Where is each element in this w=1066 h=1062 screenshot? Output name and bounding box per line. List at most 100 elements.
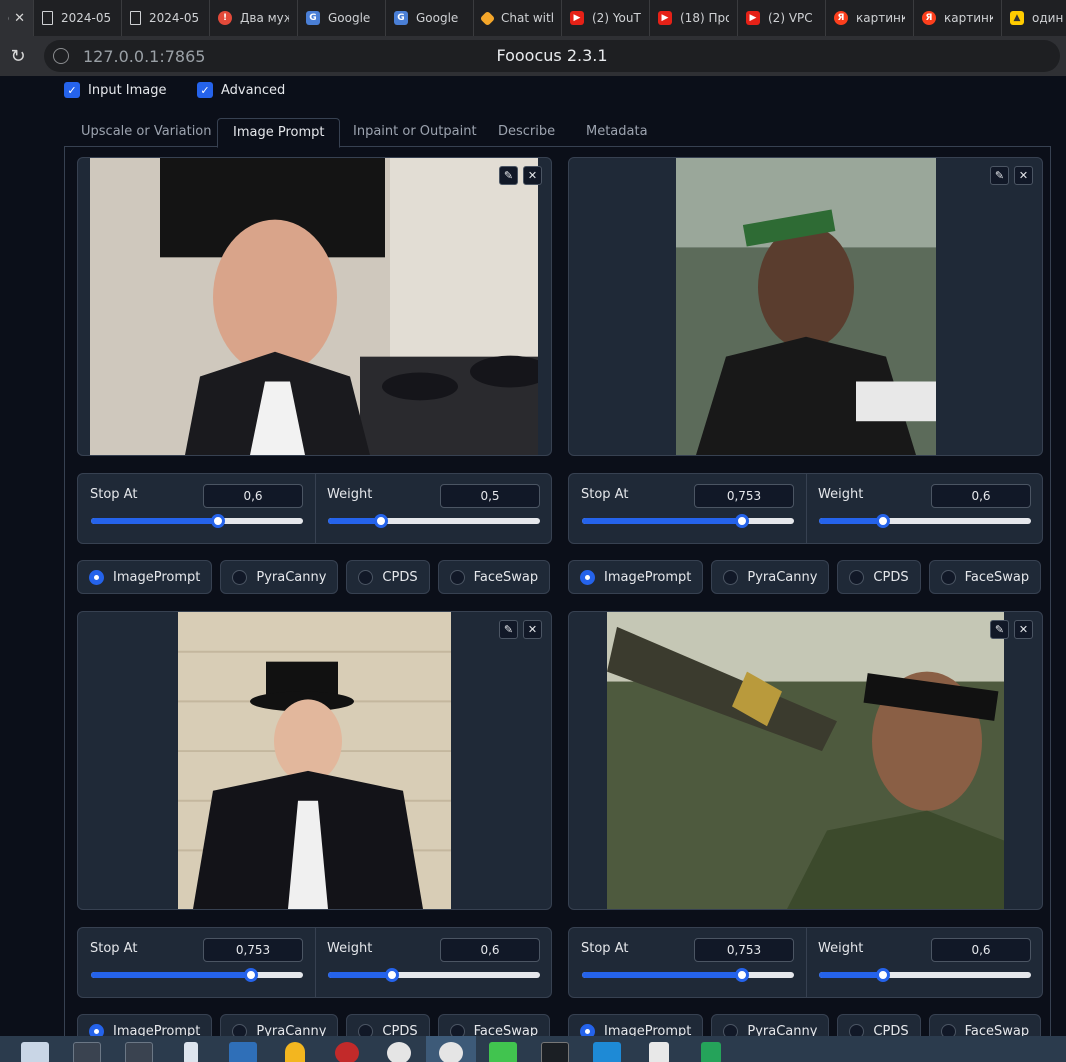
- vscode-icon[interactable]: [582, 1036, 632, 1062]
- browser-tab[interactable]: ▶ (18) Про: [650, 0, 738, 36]
- radio-dot[interactable]: [358, 569, 374, 585]
- browser-tab[interactable]: Якартинк: [914, 0, 1002, 36]
- spreadsheet-icon[interactable]: [686, 1036, 736, 1062]
- checkmark-icon[interactable]: ✓: [197, 82, 213, 98]
- browser-tab[interactable]: 2024-05: [122, 0, 210, 36]
- browser-tab[interactable]: o ✕: [0, 0, 34, 36]
- stop-at-input[interactable]: 0,6: [203, 484, 303, 508]
- image-prompt-image-4[interactable]: ✎ ✕: [568, 611, 1043, 910]
- stop-at-slider: Stop At 0,6: [78, 474, 315, 543]
- image-actions: ✎ ✕: [499, 166, 542, 185]
- browser-tab[interactable]: 2024-05: [34, 0, 122, 36]
- slider-track[interactable]: [328, 514, 540, 528]
- yandex-browser-icon[interactable]: [374, 1036, 424, 1062]
- edit-icon[interactable]: ✎: [499, 620, 518, 639]
- file-manager-icon[interactable]: [10, 1036, 60, 1062]
- radio-faceswap[interactable]: FaceSwap: [437, 560, 551, 594]
- close-icon[interactable]: ✕: [1014, 620, 1033, 639]
- edit-icon[interactable]: ✎: [499, 166, 518, 185]
- image-prompt-image-2[interactable]: ✎ ✕: [568, 157, 1043, 456]
- browser-tab[interactable]: ▶ (2) YouT: [562, 0, 650, 36]
- slider-track[interactable]: [819, 514, 1031, 528]
- close-icon[interactable]: ✕: [14, 11, 25, 26]
- weight-label: Weight: [327, 941, 373, 956]
- slider-thumb[interactable]: [243, 968, 258, 982]
- radio-pyracanny[interactable]: PyraCanny: [711, 560, 830, 594]
- terminal-icon[interactable]: [62, 1036, 112, 1062]
- font-icon[interactable]: [218, 1036, 268, 1062]
- slider-thumb[interactable]: [384, 968, 399, 982]
- weight-label: Weight: [818, 941, 864, 956]
- radio-dot[interactable]: [723, 569, 739, 585]
- tab-metadata[interactable]: Metadata: [586, 118, 648, 147]
- edit-icon[interactable]: ✎: [990, 620, 1009, 639]
- image-prompt-image-1[interactable]: ✎ ✕: [77, 157, 552, 456]
- terminal-icon[interactable]: [114, 1036, 164, 1062]
- tab-inpaint-or-outpaint[interactable]: Inpaint or Outpaint: [353, 118, 477, 147]
- weight-input[interactable]: 0,6: [931, 484, 1031, 508]
- slider-track[interactable]: [819, 968, 1031, 982]
- site-info-icon[interactable]: [53, 48, 69, 64]
- slider-track[interactable]: [328, 968, 540, 982]
- slider-thumb[interactable]: [211, 514, 226, 528]
- stop-at-input[interactable]: 0,753: [203, 938, 303, 962]
- browser-tab[interactable]: ▲один е: [1002, 0, 1066, 36]
- weight-input[interactable]: 0,5: [440, 484, 540, 508]
- system-monitor-icon[interactable]: [530, 1036, 580, 1062]
- edit-icon[interactable]: ✎: [990, 166, 1009, 185]
- slider-thumb[interactable]: [734, 514, 749, 528]
- radio-dot[interactable]: [580, 569, 595, 585]
- image-prompt-image-3[interactable]: ✎ ✕: [77, 611, 552, 910]
- radio-dot[interactable]: [849, 569, 865, 585]
- slider-thumb[interactable]: [875, 968, 890, 982]
- browser-tab[interactable]: Якартинк: [826, 0, 914, 36]
- tab-upscale-or-variation[interactable]: Upscale or Variation: [81, 118, 212, 147]
- radio-faceswap[interactable]: FaceSwap: [928, 560, 1042, 594]
- tab-describe[interactable]: Describe: [498, 118, 555, 147]
- stop-at-input[interactable]: 0,753: [694, 484, 794, 508]
- cherry-icon[interactable]: [322, 1036, 372, 1062]
- radio-cpds[interactable]: CPDS: [346, 560, 430, 594]
- weight-input[interactable]: 0,6: [931, 938, 1031, 962]
- bell-icon[interactable]: [270, 1036, 320, 1062]
- qt-icon[interactable]: [478, 1036, 528, 1062]
- browser-tab[interactable]: G Google: [386, 0, 474, 36]
- close-icon[interactable]: ✕: [523, 620, 542, 639]
- slider-thumb[interactable]: [374, 514, 388, 528]
- slider-thumb[interactable]: [875, 514, 890, 528]
- radio-pyracanny[interactable]: PyraCanny: [220, 560, 339, 594]
- radio-cpds[interactable]: CPDS: [837, 560, 921, 594]
- document-icon[interactable]: [634, 1036, 684, 1062]
- slider-thumb[interactable]: [734, 968, 749, 982]
- browser-tab[interactable]: !Два муж: [210, 0, 298, 36]
- slider-track[interactable]: [91, 514, 303, 528]
- weight-input[interactable]: 0,6: [440, 938, 540, 962]
- radio-dot[interactable]: [449, 569, 465, 585]
- advanced-checkbox[interactable]: ✓ Advanced: [197, 82, 285, 98]
- slider-track[interactable]: [91, 968, 303, 982]
- close-icon[interactable]: ✕: [1014, 166, 1033, 185]
- radio-imageprompt[interactable]: ImagePrompt: [568, 560, 704, 594]
- browser-tab[interactable]: G Google: [298, 0, 386, 36]
- slider-fill: [582, 972, 742, 978]
- slider-track[interactable]: [582, 968, 794, 982]
- tab-image-prompt[interactable]: Image Prompt: [217, 118, 341, 148]
- browser-tab[interactable]: ▶ (2) VPC: [738, 0, 826, 36]
- notes-icon[interactable]: [166, 1036, 216, 1062]
- image-actions: ✎ ✕: [499, 620, 542, 639]
- reload-icon[interactable]: ↻: [0, 36, 36, 76]
- radio-dot[interactable]: [940, 569, 956, 585]
- url-text[interactable]: 127.0.0.1:7865: [83, 47, 205, 66]
- yandex-browser-icon[interactable]: [426, 1036, 476, 1062]
- radio-imageprompt[interactable]: ImagePrompt: [77, 560, 213, 594]
- stop-at-input[interactable]: 0,753: [694, 938, 794, 962]
- radio-dot[interactable]: [232, 569, 248, 585]
- omnibox[interactable]: 127.0.0.1:7865 Fooocus 2.3.1: [44, 40, 1060, 72]
- input-image-checkbox[interactable]: ✓ Input Image: [64, 82, 167, 98]
- checkbox-label: Input Image: [88, 82, 167, 98]
- browser-tab[interactable]: Chat with: [474, 0, 562, 36]
- radio-dot[interactable]: [89, 569, 104, 585]
- checkmark-icon[interactable]: ✓: [64, 82, 80, 98]
- close-icon[interactable]: ✕: [523, 166, 542, 185]
- slider-track[interactable]: [582, 514, 794, 528]
